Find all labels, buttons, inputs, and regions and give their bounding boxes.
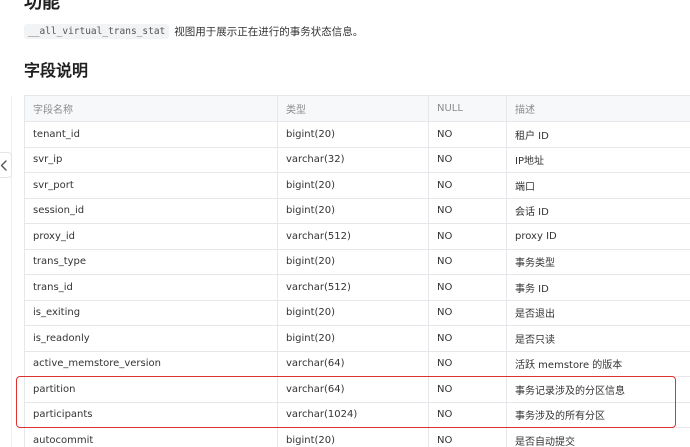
cell-null: NO [428, 248, 507, 275]
cell-field-name: participants [24, 401, 278, 428]
cell-null: NO [428, 299, 507, 326]
cell-null: NO [428, 274, 507, 301]
cell-field-name: is_readonly [24, 325, 278, 352]
cell-description: IP地址 [506, 146, 690, 173]
table-row: is_exiting bigint(20) NO 是否退出 [24, 299, 690, 326]
cell-null: NO [428, 197, 507, 224]
table-row: is_readonly bigint(20) NO 是否只读 [24, 325, 690, 352]
cell-type: varchar(32) [277, 146, 429, 173]
cell-type: varchar(512) [277, 223, 429, 250]
table-row: active_memstore_version varchar(64) NO 活跃 m… [24, 350, 690, 377]
table-row: autocommit bigint(20) NO 是否自动提交 [24, 427, 690, 447]
cell-null: NO [428, 376, 507, 403]
description-text: 视图用于展示正在进行的事务状态信息。 [174, 25, 364, 38]
table-row: proxy_id varchar(512) NO proxy ID [24, 223, 690, 250]
cell-null: NO [428, 401, 507, 428]
cell-description: 是否自动提交 [506, 427, 690, 447]
table-body: tenant_id bigint(20) NO 租户 ID svr_ip varchar(… [24, 121, 690, 447]
cell-null: NO [428, 121, 507, 148]
cell-type: varchar(64) [277, 350, 429, 377]
cell-description: 是否退出 [506, 299, 690, 326]
cell-type: varchar(64) [277, 376, 429, 403]
column-header-null: NULL [428, 95, 507, 122]
cell-description: 事务记录涉及的分区信息 [506, 376, 690, 403]
sidebar-collapse-button[interactable] [0, 152, 12, 178]
cell-field-name: active_memstore_version [24, 350, 278, 377]
cell-field-name: svr_ip [24, 146, 278, 173]
table-header-row: 字段名称 类型 NULL 描述 [24, 95, 690, 122]
cell-null: NO [428, 146, 507, 173]
cell-field-name: is_exiting [24, 299, 278, 326]
cell-type: bigint(20) [277, 427, 429, 447]
cell-field-name: trans_id [24, 274, 278, 301]
table-row: partition varchar(64) NO 事务记录涉及的分区信息 [24, 376, 690, 403]
column-header-type: 类型 [277, 95, 429, 122]
table-row: trans_id varchar(512) NO 事务 ID [24, 274, 690, 301]
cell-description: 事务涉及的所有分区 [506, 401, 690, 428]
table-row: svr_port bigint(20) NO 端口 [24, 172, 690, 199]
section-description: __all_virtual_trans_stat 视图用于展示正在进行的事务状态… [24, 21, 363, 41]
sidebar-divider [11, 96, 12, 447]
cell-description: proxy ID [506, 223, 690, 250]
cell-description: 端口 [506, 172, 690, 199]
cell-description: 会话 ID [506, 197, 690, 224]
cell-field-name: trans_type [24, 248, 278, 275]
cell-field-name: proxy_id [24, 223, 278, 250]
column-header-description: 描述 [506, 95, 690, 122]
cell-description: 事务类型 [506, 248, 690, 275]
table-row: participants varchar(1024) NO 事务涉及的所有分区 [24, 401, 690, 428]
cell-null: NO [428, 172, 507, 199]
chevron-left-icon [0, 159, 7, 171]
view-name-code: __all_virtual_trans_stat [24, 23, 170, 39]
cell-description: 租户 ID [506, 121, 690, 148]
cell-null: NO [428, 223, 507, 250]
cell-type: bigint(20) [277, 325, 429, 352]
section-title: 功能 [24, 0, 60, 13]
cell-description: 事务 ID [506, 274, 690, 301]
cell-type: bigint(20) [277, 299, 429, 326]
cell-description: 是否只读 [506, 325, 690, 352]
fields-section-title: 字段说明 [24, 61, 89, 80]
table-row: tenant_id bigint(20) NO 租户 ID [24, 121, 690, 148]
cell-description: 活跃 memstore 的版本 [506, 350, 690, 377]
cell-field-name: autocommit [24, 427, 278, 447]
cell-field-name: partition [24, 376, 278, 403]
cell-type: varchar(1024) [277, 401, 429, 428]
cell-type: bigint(20) [277, 197, 429, 224]
cell-null: NO [428, 427, 507, 447]
fields-table: 字段名称 类型 NULL 描述 tenant_id bigint(20) NO 租户 … [24, 95, 690, 447]
cell-type: varchar(512) [277, 274, 429, 301]
cell-null: NO [428, 325, 507, 352]
table-row: svr_ip varchar(32) NO IP地址 [24, 146, 690, 173]
cell-field-name: svr_port [24, 172, 278, 199]
table-row: trans_type bigint(20) NO 事务类型 [24, 248, 690, 275]
column-header-field-name: 字段名称 [24, 95, 278, 122]
cell-type: bigint(20) [277, 172, 429, 199]
cell-null: NO [428, 350, 507, 377]
table-row: session_id bigint(20) NO 会话 ID [24, 197, 690, 224]
doc-page: 功能 __all_virtual_trans_stat 视图用于展示正在进行的事… [0, 0, 690, 447]
cell-field-name: session_id [24, 197, 278, 224]
cell-type: bigint(20) [277, 248, 429, 275]
cell-field-name: tenant_id [24, 121, 278, 148]
cell-type: bigint(20) [277, 121, 429, 148]
